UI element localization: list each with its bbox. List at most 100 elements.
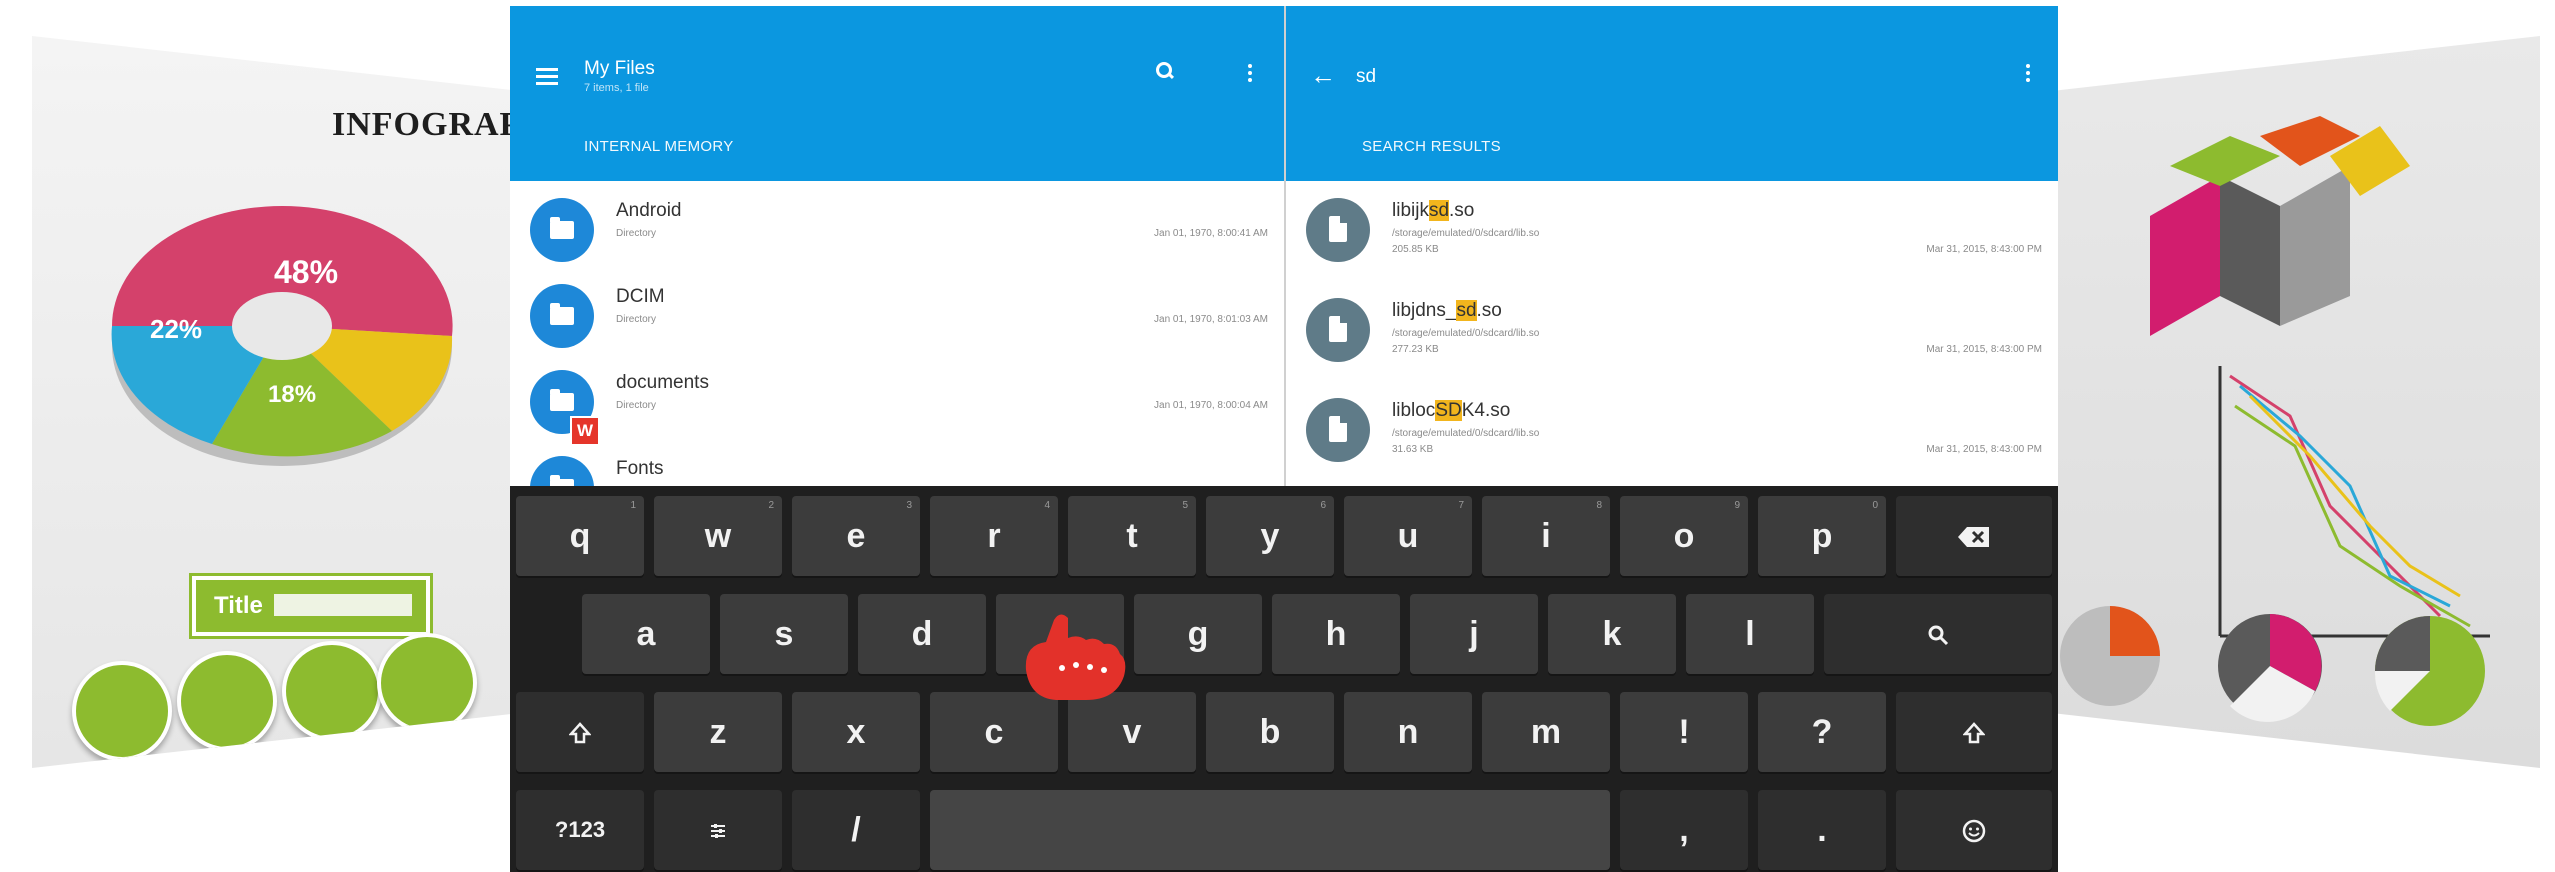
file-icon xyxy=(1306,298,1370,362)
result-date: Mar 31, 2015, 8:43:00 PM xyxy=(1926,344,2042,355)
search-key[interactable] xyxy=(1824,594,2052,674)
key-s[interactable]: s xyxy=(720,594,848,674)
folder-icon xyxy=(530,456,594,486)
key-period[interactable]: . xyxy=(1758,790,1886,870)
result-size: 31.63 KB xyxy=(1392,444,1434,455)
key-r[interactable]: r4 xyxy=(930,496,1058,576)
search-results-pane: ← sd SEARCH RESULTS libijksd.so /storage… xyxy=(1286,6,2058,486)
stacked-steps-graphic xyxy=(2150,116,2410,336)
list-item[interactable]: W documents Directory Jan 01, 1970, 8:00… xyxy=(510,358,1284,446)
step-circle xyxy=(282,641,382,741)
key-x[interactable]: x xyxy=(792,692,920,772)
item-date: Jan 01, 1970, 8:01:03 AM xyxy=(1154,314,1268,325)
key-question[interactable]: ? xyxy=(1758,692,1886,772)
key-comma[interactable]: , xyxy=(1620,790,1748,870)
key-j[interactable]: j xyxy=(1410,594,1538,674)
donut-chart-graphic xyxy=(111,205,453,466)
key-p[interactable]: p0 xyxy=(1758,496,1886,576)
pie-icons-graphic xyxy=(2060,606,2485,726)
item-date: Jan 01, 1970, 8:00:41 AM xyxy=(1154,228,1268,239)
tablet-screen: My Files 7 items, 1 file INTERNAL MEMORY… xyxy=(510,6,2058,872)
key-k[interactable]: k xyxy=(1548,594,1676,674)
item-date: Jan 01, 1970, 8:00:04 AM xyxy=(1154,400,1268,411)
step-circle xyxy=(377,633,477,733)
backspace-key[interactable] xyxy=(1896,496,2052,576)
result-path: /storage/emulated/0/sdcard/lib.so xyxy=(1392,228,1540,239)
file-icon xyxy=(1306,198,1370,262)
search-icon[interactable] xyxy=(1156,62,1175,80)
key-n[interactable]: n xyxy=(1344,692,1472,772)
item-name: DCIM xyxy=(616,286,665,307)
folder-icon xyxy=(530,284,594,348)
donut-label-22: 22% xyxy=(150,314,203,344)
donut-label-18: 18% xyxy=(268,381,317,408)
settings-sliders-icon xyxy=(711,824,725,839)
menu-icon[interactable] xyxy=(536,68,558,85)
key-i[interactable]: i8 xyxy=(1482,496,1610,576)
key-slash[interactable]: / xyxy=(792,790,920,870)
shift-key-right[interactable] xyxy=(1896,692,2052,772)
emoji-icon xyxy=(1962,819,1986,843)
key-b[interactable]: b xyxy=(1206,692,1334,772)
on-screen-keyboard: q1 w2 e3 r4 t5 y6 u7 i8 o9 p0 a s d f g … xyxy=(510,486,2058,872)
shift-key-left[interactable] xyxy=(516,692,644,772)
more-options-icon[interactable] xyxy=(2026,64,2030,85)
result-path: /storage/emulated/0/sdcard/lib.so xyxy=(1392,428,1540,439)
key-z[interactable]: z xyxy=(654,692,782,772)
search-query-input[interactable]: sd xyxy=(1356,66,1376,88)
key-a[interactable]: a xyxy=(582,594,710,674)
item-type: Directory xyxy=(616,400,657,411)
folder-icon: W xyxy=(530,370,600,446)
emoji-key[interactable] xyxy=(1896,790,2052,870)
back-arrow-icon[interactable]: ← xyxy=(1310,62,1336,88)
key-o[interactable]: o9 xyxy=(1620,496,1748,576)
folder-icon xyxy=(530,198,594,262)
shift-icon xyxy=(568,722,592,744)
search-icon xyxy=(1928,625,1949,646)
wps-badge-icon: W xyxy=(570,416,600,446)
search-result-item[interactable]: liblocSDK4.so /storage/emulated/0/sdcard… xyxy=(1286,386,2058,486)
result-path: /storage/emulated/0/sdcard/lib.so xyxy=(1392,328,1540,339)
key-y[interactable]: y6 xyxy=(1206,496,1334,576)
search-result-item[interactable]: libijksd.so /storage/emulated/0/sdcard/l… xyxy=(1286,186,2058,286)
search-result-item[interactable]: libjdns_sd.so /storage/emulated/0/sdcard… xyxy=(1286,286,2058,386)
key-l[interactable]: l xyxy=(1686,594,1814,674)
list-item[interactable]: DCIM Directory Jan 01, 1970, 8:01:03 AM xyxy=(510,272,1284,358)
right-infographic-poster xyxy=(2020,36,2540,768)
file-icon xyxy=(1306,398,1370,462)
key-e[interactable]: e3 xyxy=(792,496,920,576)
result-size: 277.23 KB xyxy=(1392,344,1439,355)
key-w[interactable]: w2 xyxy=(654,496,782,576)
space-bar[interactable] xyxy=(930,790,1610,870)
item-name: documents xyxy=(616,372,709,393)
result-name: libijksd.so xyxy=(1392,200,1475,221)
key-exclamation[interactable]: ! xyxy=(1620,692,1748,772)
result-name: liblocSDK4.so xyxy=(1392,400,1511,421)
my-files-pane: My Files 7 items, 1 file INTERNAL MEMORY… xyxy=(510,6,1284,486)
key-d[interactable]: d xyxy=(858,594,986,674)
more-options-icon[interactable] xyxy=(1248,64,1252,85)
result-date: Mar 31, 2015, 8:43:00 PM xyxy=(1926,244,2042,255)
key-m[interactable]: m xyxy=(1482,692,1610,772)
search-app-bar: ← sd SEARCH RESULTS xyxy=(1286,6,2058,181)
result-date: Mar 31, 2015, 8:43:00 PM xyxy=(1926,444,2042,455)
tab-internal-memory[interactable]: INTERNAL MEMORY xyxy=(584,138,734,155)
key-u[interactable]: u7 xyxy=(1344,496,1472,576)
app-subtitle: 7 items, 1 file xyxy=(584,82,649,94)
shift-icon xyxy=(1962,722,1986,744)
tap-hand-icon xyxy=(1025,614,1126,700)
list-item[interactable]: Android Directory Jan 01, 1970, 8:00:41 … xyxy=(510,186,1284,272)
settings-key[interactable] xyxy=(654,790,782,870)
key-t[interactable]: t5 xyxy=(1068,496,1196,576)
item-name: Android xyxy=(616,200,682,221)
list-item[interactable]: Fonts xyxy=(510,444,1284,486)
key-h[interactable]: h xyxy=(1272,594,1400,674)
item-type: Directory xyxy=(616,228,657,239)
app-title: My Files xyxy=(584,58,655,79)
key-q[interactable]: q1 xyxy=(516,496,644,576)
infographic-title-box: Title xyxy=(192,576,430,636)
my-files-app-bar: My Files 7 items, 1 file INTERNAL MEMORY xyxy=(510,6,1284,181)
symbols-key[interactable]: ?123 xyxy=(516,790,644,870)
result-name: libjdns_sd.so xyxy=(1392,300,1502,321)
key-g[interactable]: g xyxy=(1134,594,1262,674)
